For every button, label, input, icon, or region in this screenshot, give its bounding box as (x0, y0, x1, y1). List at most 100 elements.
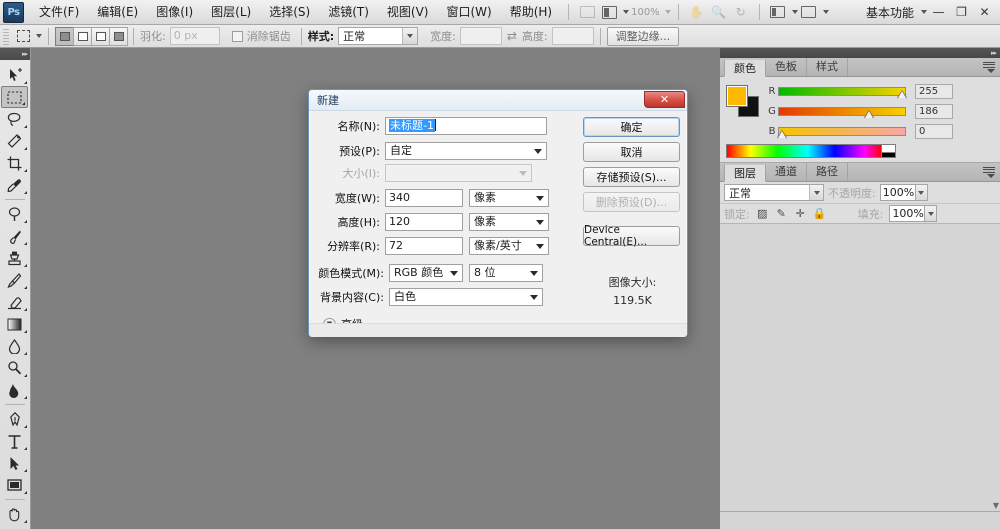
lock-image-pixels-icon[interactable]: ✎ (775, 207, 788, 220)
quick-selection-tool[interactable] (0, 130, 29, 152)
opacity-input[interactable]: 100% (880, 184, 916, 201)
rectangle-tool[interactable] (0, 474, 29, 496)
width-unit-chevron-down-icon[interactable] (536, 196, 544, 201)
preset-chevron-down-icon[interactable] (534, 149, 542, 154)
height-unit-select[interactable]: 像素 (469, 213, 549, 231)
eraser-tool[interactable] (0, 291, 29, 313)
add-to-selection-button[interactable] (73, 27, 92, 46)
mini-bridge-chevron-down-icon[interactable] (623, 10, 629, 14)
tab-color[interactable]: 颜色 (724, 59, 766, 77)
red-value-input[interactable]: 255 (915, 84, 953, 99)
blue-slider-track[interactable] (778, 127, 906, 136)
menu-filter[interactable]: 滤镜(T) (319, 2, 378, 22)
new-selection-button[interactable] (55, 27, 74, 46)
refine-edge-button[interactable]: 调整边缘... (607, 27, 680, 46)
tab-styles[interactable]: 样式 (807, 58, 848, 76)
name-input[interactable]: 未标题-1 (385, 117, 547, 135)
blend-mode-select[interactable]: 正常 (724, 184, 824, 201)
height-input[interactable] (552, 27, 594, 45)
tab-swatches[interactable]: 色板 (766, 58, 807, 76)
subtract-from-selection-button[interactable] (91, 27, 110, 46)
preset-select[interactable]: 自定 (385, 142, 547, 160)
bridge-icon[interactable] (577, 4, 597, 21)
dodge-tool[interactable] (0, 357, 29, 379)
lasso-tool[interactable] (0, 108, 29, 130)
tool-preset-chevron-down-icon[interactable] (36, 34, 42, 38)
pen-tool[interactable] (0, 408, 29, 430)
dialog-title-bar[interactable]: 新建 ✕ (309, 90, 687, 111)
window-minimize-button[interactable]: — (927, 3, 950, 21)
lock-all-icon[interactable]: 🔒 (813, 207, 826, 220)
history-brush-tool[interactable] (0, 269, 29, 291)
panels-collapse-bar[interactable]: ▸▸ (720, 48, 1000, 58)
document-height-input[interactable]: 120 (385, 213, 463, 231)
screen-mode-chevron-down-icon[interactable] (792, 10, 798, 14)
bit-depth-select[interactable]: 8 位 (469, 264, 543, 282)
color-panel-menu-icon[interactable] (983, 62, 995, 73)
dialog-close-button[interactable]: ✕ (644, 91, 685, 108)
clone-stamp-flyout-icon[interactable] (21, 264, 27, 267)
spot-healing-brush-tool[interactable] (0, 203, 29, 225)
hand-tool[interactable] (0, 503, 29, 525)
shape-tool-flyout-icon[interactable] (21, 491, 27, 494)
rotate-view-icon[interactable]: ↻ (731, 4, 751, 21)
crop-tool[interactable] (0, 152, 29, 174)
red-slider-track[interactable] (778, 87, 906, 96)
green-slider-track[interactable] (778, 107, 906, 116)
cancel-button[interactable]: 取消 (583, 142, 680, 162)
tab-layers[interactable]: 图层 (724, 164, 766, 182)
fill-stepper-icon[interactable] (925, 205, 937, 222)
path-selection-flyout-icon[interactable] (21, 469, 27, 472)
pen-tool-flyout-icon[interactable] (21, 425, 27, 428)
menu-select[interactable]: 选择(S) (260, 2, 319, 22)
color-mode-chevron-down-icon[interactable] (450, 271, 458, 276)
eyedropper-tool[interactable] (0, 174, 29, 196)
lock-position-icon[interactable]: ✛ (794, 207, 807, 220)
swap-icon[interactable]: ⇄ (507, 29, 517, 43)
gradient-tool-flyout-icon[interactable] (21, 330, 27, 333)
zoom-level-chevron-down-icon[interactable] (665, 10, 671, 14)
green-slider-thumb[interactable] (865, 105, 874, 119)
menu-layer[interactable]: 图层(L) (202, 2, 260, 22)
panels-collapse-icon[interactable]: ▸▸ (991, 49, 996, 57)
red-slider-thumb[interactable] (898, 85, 907, 99)
layers-list[interactable]: ▼ (720, 223, 1000, 511)
arrange-documents-icon[interactable] (799, 4, 819, 21)
menu-window[interactable]: 窗口(W) (437, 2, 500, 22)
menu-view[interactable]: 视图(V) (378, 2, 438, 22)
healing-brush-flyout-icon[interactable] (21, 220, 27, 223)
blue-value-input[interactable]: 0 (915, 124, 953, 139)
eyedropper-flyout-icon[interactable] (21, 191, 27, 194)
resolution-unit-select[interactable]: 像素/英寸 (469, 237, 549, 255)
brush-tool-flyout-icon[interactable] (21, 242, 27, 245)
eraser-tool-flyout-icon[interactable] (21, 308, 27, 311)
screen-mode-icon[interactable] (768, 4, 788, 21)
workspace-label[interactable]: 基本功能 (862, 2, 918, 23)
blend-mode-chevron-down-icon[interactable] (809, 185, 823, 200)
blue-slider-thumb[interactable] (778, 125, 787, 139)
bit-depth-chevron-down-icon[interactable] (530, 271, 538, 276)
color-spectrum-ramp[interactable] (726, 144, 896, 158)
marquee-tool-flyout-icon[interactable] (19, 102, 25, 105)
color-panel-foreground-swatch[interactable] (726, 85, 748, 107)
tools-panel-header[interactable]: ▸▸ (0, 48, 30, 60)
type-tool-flyout-icon[interactable] (21, 447, 27, 450)
tab-paths[interactable]: 路径 (807, 163, 848, 181)
resolution-input[interactable]: 72 (385, 237, 463, 255)
dodge-tool-flyout-icon[interactable] (21, 374, 27, 377)
color-mode-select[interactable]: RGB 颜色 (389, 264, 463, 282)
lock-transparent-pixels-icon[interactable]: ▨ (756, 207, 769, 220)
path-selection-tool[interactable] (0, 452, 29, 474)
intersect-with-selection-button[interactable] (109, 27, 128, 46)
hand-tool-flyout-icon[interactable] (21, 520, 27, 523)
tools-collapse-icon[interactable]: ▸▸ (22, 50, 27, 58)
options-bar-grip[interactable] (3, 27, 9, 46)
quick-selection-flyout-icon[interactable] (21, 147, 27, 150)
feather-input[interactable]: 0 px (170, 27, 220, 45)
green-value-input[interactable]: 186 (915, 104, 953, 119)
style-chevron-down-icon[interactable] (402, 28, 417, 44)
antialias-checkbox[interactable] (232, 31, 243, 42)
blur-tool-flyout-icon[interactable] (21, 352, 27, 355)
layers-panel-menu-icon[interactable] (983, 167, 995, 178)
width-input[interactable] (460, 27, 502, 45)
